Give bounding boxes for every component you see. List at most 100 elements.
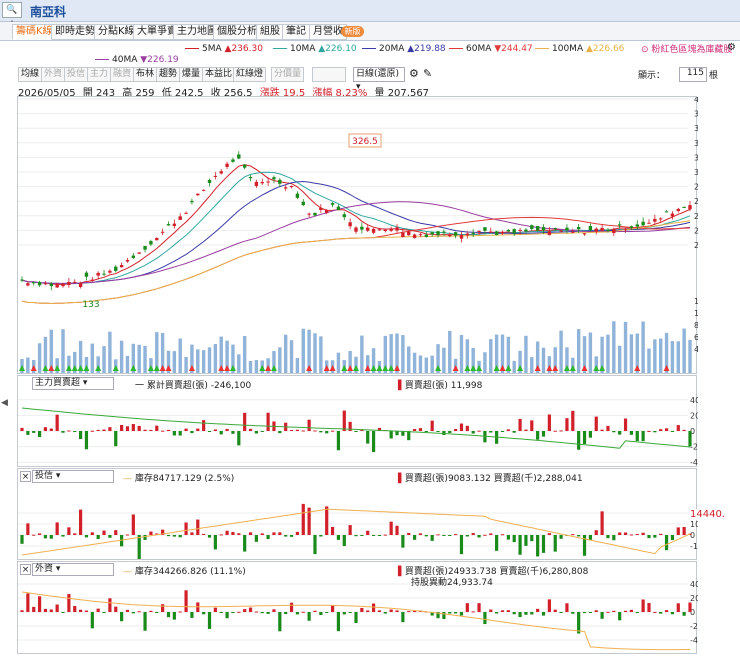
- candle-body: [582, 233, 587, 235]
- volume-bar: [137, 344, 141, 373]
- toggle-trend[interactable]: 趨勢: [156, 67, 181, 82]
- tab-realtime[interactable]: 即時走勢: [51, 24, 99, 40]
- net-bar: [248, 428, 253, 431]
- toggle-volume-spike[interactable]: 爆量: [179, 67, 204, 82]
- net-bar: [682, 429, 686, 431]
- net-bar: [588, 535, 592, 540]
- tab-stock-analysis[interactable]: 個股分析: [213, 24, 261, 40]
- candle-body: [160, 231, 165, 233]
- net-bar: [49, 535, 53, 539]
- net-bar: [430, 420, 434, 431]
- net-bar: [248, 532, 253, 535]
- net-bar: [541, 612, 546, 616]
- net-bar: [84, 535, 89, 538]
- net-bar: [366, 530, 370, 535]
- net-bar: [67, 594, 71, 612]
- title-bar: 🔍+ 南亞科: [0, 0, 740, 29]
- toggle-pe[interactable]: 本益比: [202, 67, 236, 82]
- candle-body: [424, 234, 429, 237]
- tab-branch-kline[interactable]: 分點K線: [94, 24, 139, 40]
- candle-body: [26, 283, 30, 286]
- net-bar: [536, 431, 540, 440]
- net-bar: [547, 599, 551, 612]
- toggle-foreign[interactable]: 外資: [41, 67, 66, 82]
- net-bar: [647, 603, 651, 612]
- net-bar: [600, 612, 604, 619]
- net-bar: [295, 429, 300, 431]
- net-bar: [407, 431, 411, 441]
- net-bar: [207, 431, 212, 432]
- net-bar: [278, 431, 282, 434]
- trust-chart[interactable]: 20000100000-10000: [18, 469, 718, 561]
- net-bar: [524, 429, 528, 431]
- toggle-ma[interactable]: 均線: [18, 67, 43, 82]
- volume-bar: [301, 328, 305, 373]
- high-marker: 326.5: [352, 137, 378, 147]
- toggle-margin[interactable]: 融資: [110, 67, 135, 82]
- candle-body: [248, 177, 253, 179]
- net-bar: [459, 612, 464, 616]
- net-bar: [342, 612, 346, 615]
- net-bar: [120, 612, 124, 622]
- net-bar: [600, 511, 604, 535]
- foreign-chart[interactable]: 40000200000-20000-40000: [18, 562, 718, 655]
- price-chart[interactable]: 400 380 360 340 320 300 280 260 240 220 200 120 100 8…: [18, 95, 709, 375]
- settings-gear-icon[interactable]: ⚙: [727, 42, 736, 53]
- net-bar: [360, 607, 364, 612]
- net-bar: [278, 532, 282, 535]
- volume-bar: [213, 343, 218, 373]
- search-zoom-icon[interactable]: 🔍+: [2, 2, 22, 29]
- panel1-indicator-select[interactable]: 主力買賣超 ▾: [32, 377, 114, 390]
- net-bar: [512, 612, 516, 615]
- net-bar: [670, 431, 675, 432]
- display-count-input[interactable]: 115: [679, 67, 707, 82]
- panel2-indicator-select[interactable]: 投信 ▾: [32, 470, 114, 483]
- period-select[interactable]: 日線(還原) ▾: [353, 67, 405, 92]
- panel2-close-icon[interactable]: ×: [20, 471, 31, 482]
- net-bar: [553, 535, 557, 552]
- main-force-chart[interactable]: 40000200000-20000-40000: [18, 376, 718, 468]
- panel3-close-icon[interactable]: ×: [20, 564, 31, 575]
- net-bar: [336, 612, 341, 632]
- tab-chip-kline[interactable]: 籌碼K線: [12, 24, 57, 40]
- net-bar: [243, 412, 247, 431]
- toggle-bollinger[interactable]: 布林: [133, 67, 158, 82]
- tab-notes[interactable]: 筆記: [282, 24, 310, 40]
- candle-body: [594, 228, 598, 232]
- sub-tick-label: 10000: [690, 520, 698, 529]
- net-bar: [172, 612, 176, 620]
- net-bar: [594, 416, 598, 431]
- net-bar: [325, 431, 329, 434]
- net-bar: [125, 534, 130, 536]
- candle-body: [137, 252, 141, 254]
- volume-bar: [588, 332, 593, 373]
- collapse-left-icon[interactable]: ◀: [1, 398, 8, 408]
- draw-pen-icon[interactable]: ✎: [423, 67, 432, 80]
- net-bar: [600, 429, 604, 431]
- net-bar: [582, 612, 587, 614]
- chart-settings-gear-icon[interactable]: ⚙: [409, 67, 419, 80]
- net-bar: [448, 431, 452, 433]
- signal-triangle: [341, 365, 348, 371]
- panel3-holding-change: 持股異動24,933.74: [411, 578, 493, 588]
- net-bar: [202, 420, 206, 431]
- toggle-trust[interactable]: 投信: [64, 67, 89, 82]
- volume-bar: [623, 321, 628, 373]
- panel3-indicator-select[interactable]: 外資 ▾: [32, 563, 114, 576]
- toggle-price-volume[interactable]: 分價量: [271, 67, 305, 82]
- net-bar: [418, 533, 423, 535]
- volume-bar: [459, 334, 464, 373]
- toggle-traffic-light[interactable]: 紅綠燈: [233, 67, 267, 82]
- net-bar: [254, 431, 258, 434]
- candle-body: [32, 282, 36, 284]
- net-bar: [506, 535, 510, 540]
- volume-bar: [430, 355, 434, 373]
- candle-body: [412, 234, 417, 238]
- signal-triangle: [370, 365, 377, 371]
- net-bar: [61, 431, 65, 433]
- tab-group[interactable]: 組股: [256, 24, 284, 40]
- net-bar: [131, 424, 135, 431]
- toggle-main-force[interactable]: 主力: [87, 67, 112, 82]
- price-tick-label: 240: [694, 212, 698, 221]
- candle-body: [96, 272, 100, 276]
